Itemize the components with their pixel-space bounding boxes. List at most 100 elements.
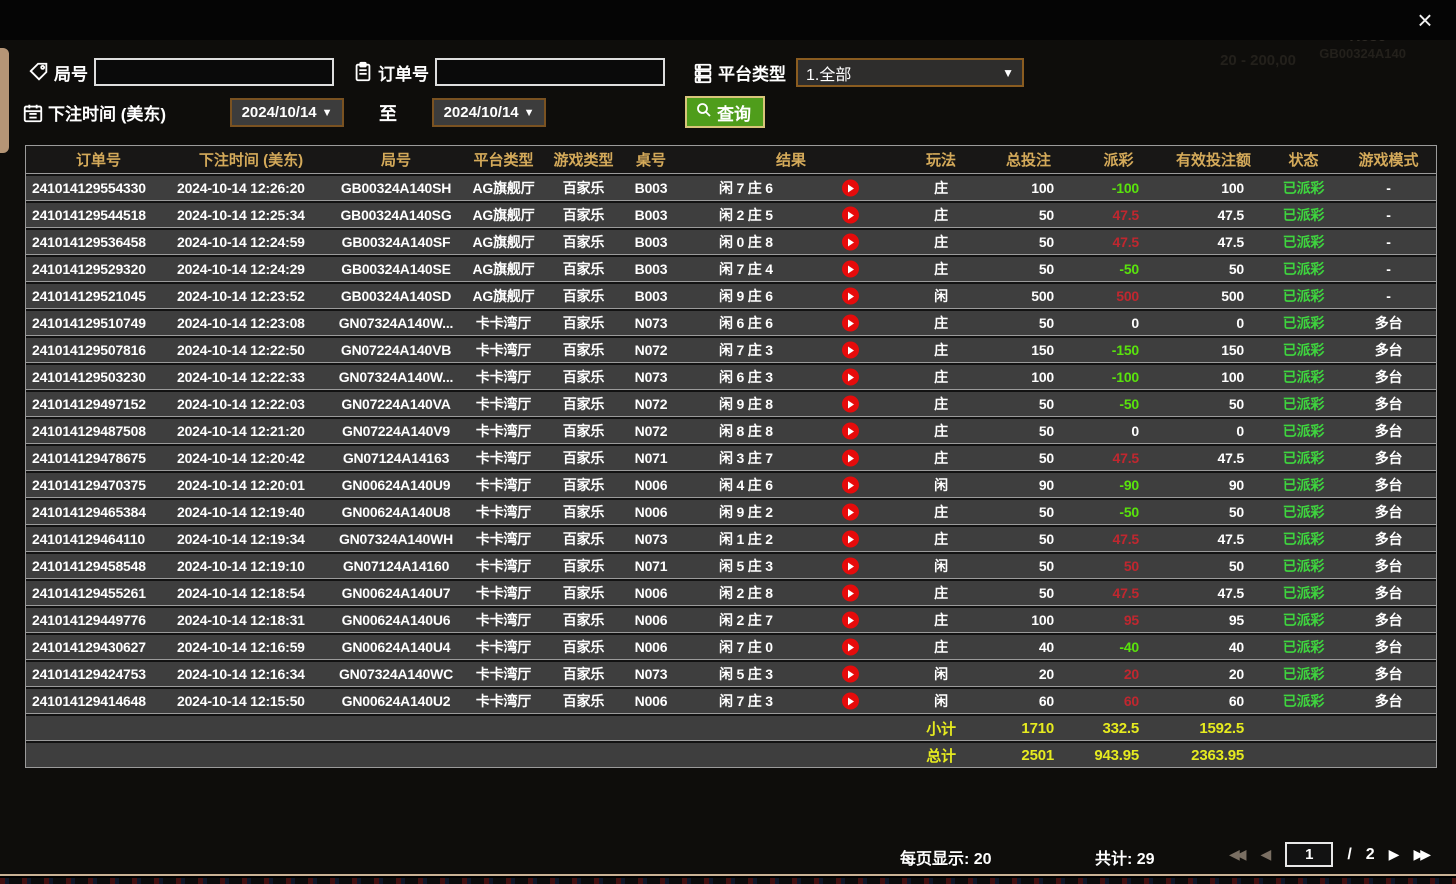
play-video-icon[interactable] [842, 342, 859, 359]
cell-game-no: GN00624A140U4 [331, 633, 461, 660]
cell-bet-time: 2024-10-14 12:16:59 [171, 633, 331, 660]
cell-payout: 500 [1076, 282, 1161, 309]
platform-type-select[interactable]: 1.全部 ▼ [796, 58, 1024, 87]
cell-game-type: 百家乐 [546, 444, 621, 471]
cell-game-type: 百家乐 [546, 552, 621, 579]
cell-status: 已派彩 [1266, 525, 1341, 552]
cell-result: 闲 7 庄 6 [681, 174, 901, 201]
date-from-value: 2024/10/14 [242, 104, 317, 121]
play-video-icon[interactable] [842, 558, 859, 575]
cell-order-id: 241014129414648 [26, 687, 171, 714]
play-video-icon[interactable] [842, 180, 859, 197]
cell-total-bet: 50 [981, 417, 1076, 444]
cell-payout: -50 [1076, 390, 1161, 417]
cell-table-no: N071 [621, 552, 681, 579]
cell-platform: AG旗舰厅 [461, 255, 546, 282]
cell-game-mode: - [1341, 255, 1436, 282]
next-page-button[interactable]: ▶ [1389, 846, 1400, 863]
cell-payout: 0 [1076, 309, 1161, 336]
total-pages-label: 2 [1366, 846, 1375, 864]
cell-game-mode: 多台 [1341, 525, 1436, 552]
date-to-picker[interactable]: 2024/10/14 ▼ [432, 98, 546, 127]
play-video-icon[interactable] [842, 261, 859, 278]
table-row: 2410141295364582024-10-14 12:24:59GB0032… [26, 228, 1436, 255]
cell-game-mode: 多台 [1341, 444, 1436, 471]
cell-payout: 47.5 [1076, 579, 1161, 606]
game-no-input[interactable] [94, 58, 334, 86]
tag-icon [28, 61, 50, 83]
table-row: 2410141294653842024-10-14 12:19:40GN0062… [26, 498, 1436, 525]
last-page-button[interactable]: ▶▶ [1413, 846, 1431, 863]
cell-table-no: B003 [621, 255, 681, 282]
table-row: 2410141294306272024-10-14 12:16:59GN0062… [26, 633, 1436, 660]
column-header-2: 局号 [331, 146, 461, 174]
cell-play-type: 庄 [901, 255, 981, 282]
cell-platform: 卡卡湾厅 [461, 336, 546, 363]
table-row: 2410141295210452024-10-14 12:23:52GB0032… [26, 282, 1436, 309]
play-video-icon[interactable] [842, 477, 859, 494]
play-video-icon[interactable] [842, 423, 859, 440]
play-video-icon[interactable] [842, 207, 859, 224]
play-video-icon[interactable] [842, 585, 859, 602]
cell-game-type: 百家乐 [546, 687, 621, 714]
cell-game-type: 百家乐 [546, 579, 621, 606]
cell-game-type: 百家乐 [546, 309, 621, 336]
cell-payout: 20 [1076, 660, 1161, 687]
play-video-icon[interactable] [842, 504, 859, 521]
cell-result: 闲 2 庄 8 [681, 579, 901, 606]
cell-game-no: GN07324A140W... [331, 309, 461, 336]
cell-platform: 卡卡湾厅 [461, 309, 546, 336]
cell-game-mode: 多台 [1341, 606, 1436, 633]
cell-table-no: N072 [621, 390, 681, 417]
cell-play-type: 庄 [901, 228, 981, 255]
cell-result: 闲 9 庄 6 [681, 282, 901, 309]
cell-game-mode: 多台 [1341, 363, 1436, 390]
page-number-input[interactable] [1285, 842, 1333, 867]
cell-total-bet: 100 [981, 363, 1076, 390]
cell-total-bet: 50 [981, 498, 1076, 525]
play-video-icon[interactable] [842, 369, 859, 386]
play-video-icon[interactable] [842, 450, 859, 467]
cell-game-type: 百家乐 [546, 282, 621, 309]
cell-bet-time: 2024-10-14 12:15:50 [171, 687, 331, 714]
close-button[interactable]: × [1410, 6, 1440, 36]
cell-play-type: 庄 [901, 363, 981, 390]
play-video-icon[interactable] [842, 396, 859, 413]
first-page-button[interactable]: ◀◀ [1229, 846, 1247, 863]
chevron-down-icon: ▼ [322, 107, 333, 119]
cell-table-no: N073 [621, 309, 681, 336]
table-row: 2410141294247532024-10-14 12:16:34GN0732… [26, 660, 1436, 687]
cell-payout: 50 [1076, 552, 1161, 579]
total-row-total-bet: 2501 [981, 741, 1076, 768]
cell-bet-time: 2024-10-14 12:22:33 [171, 363, 331, 390]
table-row: 2410141294585482024-10-14 12:19:10GN0712… [26, 552, 1436, 579]
play-video-icon[interactable] [842, 666, 859, 683]
cell-game-mode: 多台 [1341, 309, 1436, 336]
prev-page-button[interactable]: ◀ [1261, 846, 1272, 863]
cell-play-type: 庄 [901, 417, 981, 444]
cell-order-id: 241014129424753 [26, 660, 171, 687]
cell-game-mode: 多台 [1341, 390, 1436, 417]
subtotal-row-spacer2 [1266, 714, 1341, 741]
search-button[interactable]: 查询 [685, 96, 765, 128]
cell-order-id: 241014129464110 [26, 525, 171, 552]
cell-platform: AG旗舰厅 [461, 201, 546, 228]
play-video-icon[interactable] [842, 639, 859, 656]
play-video-icon[interactable] [842, 315, 859, 332]
cell-status: 已派彩 [1266, 174, 1341, 201]
play-video-icon[interactable] [842, 531, 859, 548]
cell-bet-time: 2024-10-14 12:20:42 [171, 444, 331, 471]
cell-status: 已派彩 [1266, 228, 1341, 255]
cell-game-no: GN07224A140VB [331, 336, 461, 363]
date-from-picker[interactable]: 2024/10/14 ▼ [230, 98, 344, 127]
play-video-icon[interactable] [842, 288, 859, 305]
cell-result: 闲 4 庄 6 [681, 471, 901, 498]
table-row: 2410141295032302024-10-14 12:22:33GN0732… [26, 363, 1436, 390]
play-video-icon[interactable] [842, 693, 859, 710]
subtotal-row-spacer [26, 714, 901, 741]
play-video-icon[interactable] [842, 234, 859, 251]
order-no-input[interactable] [435, 58, 665, 86]
play-video-icon[interactable] [842, 612, 859, 629]
table-row: 2410141294875082024-10-14 12:21:20GN0722… [26, 417, 1436, 444]
column-header-4: 游戏类型 [546, 146, 621, 174]
